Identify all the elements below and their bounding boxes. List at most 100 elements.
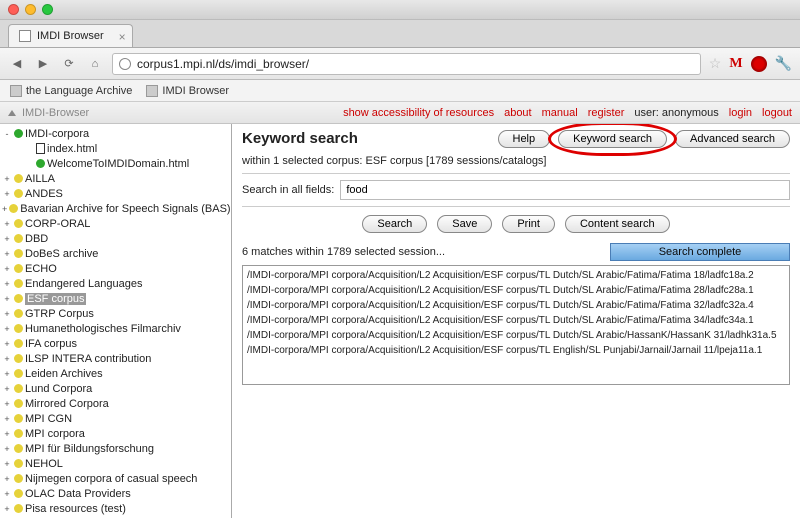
browser-tab[interactable]: IMDI Browser ×: [8, 24, 133, 47]
tree-node[interactable]: +Endangered Languages: [0, 276, 231, 291]
toggle-icon[interactable]: +: [2, 429, 12, 439]
search-button[interactable]: Search: [362, 215, 427, 233]
advanced-search-button[interactable]: Advanced search: [675, 130, 790, 148]
tree-node[interactable]: +Pisa resources (test): [0, 501, 231, 516]
url-input[interactable]: corpus1.mpi.nl/ds/imdi_browser/: [112, 53, 701, 75]
tree-node[interactable]: index.html: [0, 141, 231, 156]
toggle-icon[interactable]: +: [2, 489, 12, 499]
bookmark-language-archive[interactable]: the Language Archive: [10, 85, 132, 97]
settings-wrench-icon[interactable]: 🔧: [775, 55, 792, 72]
tree-node[interactable]: +ECHO: [0, 261, 231, 276]
reload-button[interactable]: ⟳: [60, 55, 78, 73]
tree-node[interactable]: + MPI CGN: [0, 411, 231, 426]
corpus-bullet-icon: [14, 324, 23, 333]
corpus-tree-sidebar[interactable]: -IMDI-corporaindex.htmlWelcomeToIMDIDoma…: [0, 124, 232, 518]
toggle-icon[interactable]: +: [2, 444, 12, 454]
tree-node[interactable]: + MPI corpora: [0, 426, 231, 441]
results-list[interactable]: /IMDI-corpora/MPI corpora/Acquisition/L2…: [242, 265, 790, 385]
tree-node[interactable]: +Lund Corpora: [0, 381, 231, 396]
toggle-icon[interactable]: +: [2, 339, 12, 349]
toggle-icon[interactable]: +: [2, 414, 12, 424]
print-button[interactable]: Print: [502, 215, 555, 233]
close-window-icon[interactable]: [8, 4, 19, 15]
tree-node[interactable]: +ESF corpus: [0, 291, 231, 306]
link-about[interactable]: about: [504, 107, 532, 119]
forward-button[interactable]: ▶: [34, 55, 52, 73]
link-login[interactable]: login: [729, 107, 752, 119]
tree-label: MPI CGN: [25, 413, 72, 425]
toggle-icon[interactable]: +: [2, 354, 12, 364]
toggle-icon[interactable]: +: [2, 189, 12, 199]
corpus-bullet-icon: [14, 189, 23, 198]
search-input[interactable]: [340, 180, 790, 200]
tree-node[interactable]: +Nijmegen corpora of casual speech: [0, 471, 231, 486]
result-row[interactable]: /IMDI-corpora/MPI corpora/Acquisition/L2…: [247, 328, 785, 343]
bookmark-star-icon[interactable]: ☆: [709, 55, 722, 72]
tree-node[interactable]: +Bavarian Archive for Speech Signals (BA…: [0, 201, 231, 216]
bookmark-imdi-browser[interactable]: IMDI Browser: [146, 85, 229, 97]
tree-node[interactable]: +ILSP INTERA contribution: [0, 351, 231, 366]
toggle-icon[interactable]: +: [2, 204, 7, 214]
corpus-bullet-icon: [14, 384, 23, 393]
result-row[interactable]: /IMDI-corpora/MPI corpora/Acquisition/L2…: [247, 298, 785, 313]
browser-tabstrip: IMDI Browser ×: [0, 20, 800, 48]
tree-node[interactable]: +OLAC Data Providers: [0, 486, 231, 501]
tree-node[interactable]: +Humanethologisches Filmarchiv: [0, 321, 231, 336]
tab-close-icon[interactable]: ×: [119, 30, 126, 44]
tree-node[interactable]: +CORP-ORAL: [0, 216, 231, 231]
tree-node[interactable]: + ANDES: [0, 186, 231, 201]
tree-node[interactable]: WelcomeToIMDIDomain.html: [0, 156, 231, 171]
tree-node[interactable]: +AILLA: [0, 171, 231, 186]
opera-icon[interactable]: [751, 56, 767, 72]
zoom-window-icon[interactable]: [42, 4, 53, 15]
result-row[interactable]: /IMDI-corpora/MPI corpora/Acquisition/L2…: [247, 313, 785, 328]
toggle-icon[interactable]: +: [2, 249, 12, 259]
minimize-window-icon[interactable]: [25, 4, 36, 15]
result-row[interactable]: /IMDI-corpora/MPI corpora/Acquisition/L2…: [247, 283, 785, 298]
link-register[interactable]: register: [588, 107, 625, 119]
save-button[interactable]: Save: [437, 215, 492, 233]
tree-node[interactable]: +MPI für Bildungsforschung: [0, 441, 231, 456]
toggle-icon[interactable]: +: [2, 504, 12, 514]
home-button[interactable]: ⌂: [86, 55, 104, 73]
tree-node[interactable]: + IFA corpus: [0, 336, 231, 351]
link-accessibility[interactable]: show accessibility of resources: [343, 107, 494, 119]
keyword-search-button[interactable]: Keyword search: [558, 130, 667, 148]
tree-label: MPI corpora: [25, 428, 85, 440]
tree-label: ANDES: [25, 188, 63, 200]
toggle-icon[interactable]: +: [2, 294, 12, 304]
content-search-button[interactable]: Content search: [565, 215, 670, 233]
tree-node[interactable]: +Leiden Archives: [0, 366, 231, 381]
back-button[interactable]: ◀: [8, 55, 26, 73]
tree-node[interactable]: +GTRP Corpus: [0, 306, 231, 321]
toggle-icon[interactable]: +: [2, 399, 12, 409]
toggle-icon[interactable]: +: [2, 309, 12, 319]
gmail-icon[interactable]: M: [729, 56, 742, 72]
result-row[interactable]: /IMDI-corpora/MPI corpora/Acquisition/L2…: [247, 268, 785, 283]
toggle-icon[interactable]: +: [2, 369, 12, 379]
tree-label: IFA corpus: [25, 338, 77, 350]
corpus-bullet-icon: [14, 474, 23, 483]
tree-collapse-icon[interactable]: [8, 110, 16, 116]
link-logout[interactable]: logout: [762, 107, 792, 119]
corpus-bullet-icon: [14, 339, 23, 348]
toggle-icon[interactable]: +: [2, 234, 12, 244]
toggle-icon[interactable]: +: [2, 459, 12, 469]
corpus-bullet-icon: [14, 219, 23, 228]
toggle-icon[interactable]: +: [2, 324, 12, 334]
tree-node[interactable]: +Mirrored Corpora: [0, 396, 231, 411]
toggle-icon[interactable]: +: [2, 264, 12, 274]
toggle-icon[interactable]: +: [2, 219, 12, 229]
link-manual[interactable]: manual: [542, 107, 578, 119]
toggle-icon[interactable]: +: [2, 384, 12, 394]
tree-node[interactable]: +DoBeS archive: [0, 246, 231, 261]
toggle-icon[interactable]: +: [2, 279, 12, 289]
toggle-icon[interactable]: -: [2, 129, 12, 139]
tree-node[interactable]: -IMDI-corpora: [0, 126, 231, 141]
toggle-icon[interactable]: +: [2, 174, 12, 184]
tree-node[interactable]: +DBD: [0, 231, 231, 246]
result-row[interactable]: /IMDI-corpora/MPI corpora/Acquisition/L2…: [247, 343, 785, 358]
toggle-icon[interactable]: +: [2, 474, 12, 484]
help-button[interactable]: Help: [498, 130, 551, 148]
tree-node[interactable]: +NEHOL: [0, 456, 231, 471]
